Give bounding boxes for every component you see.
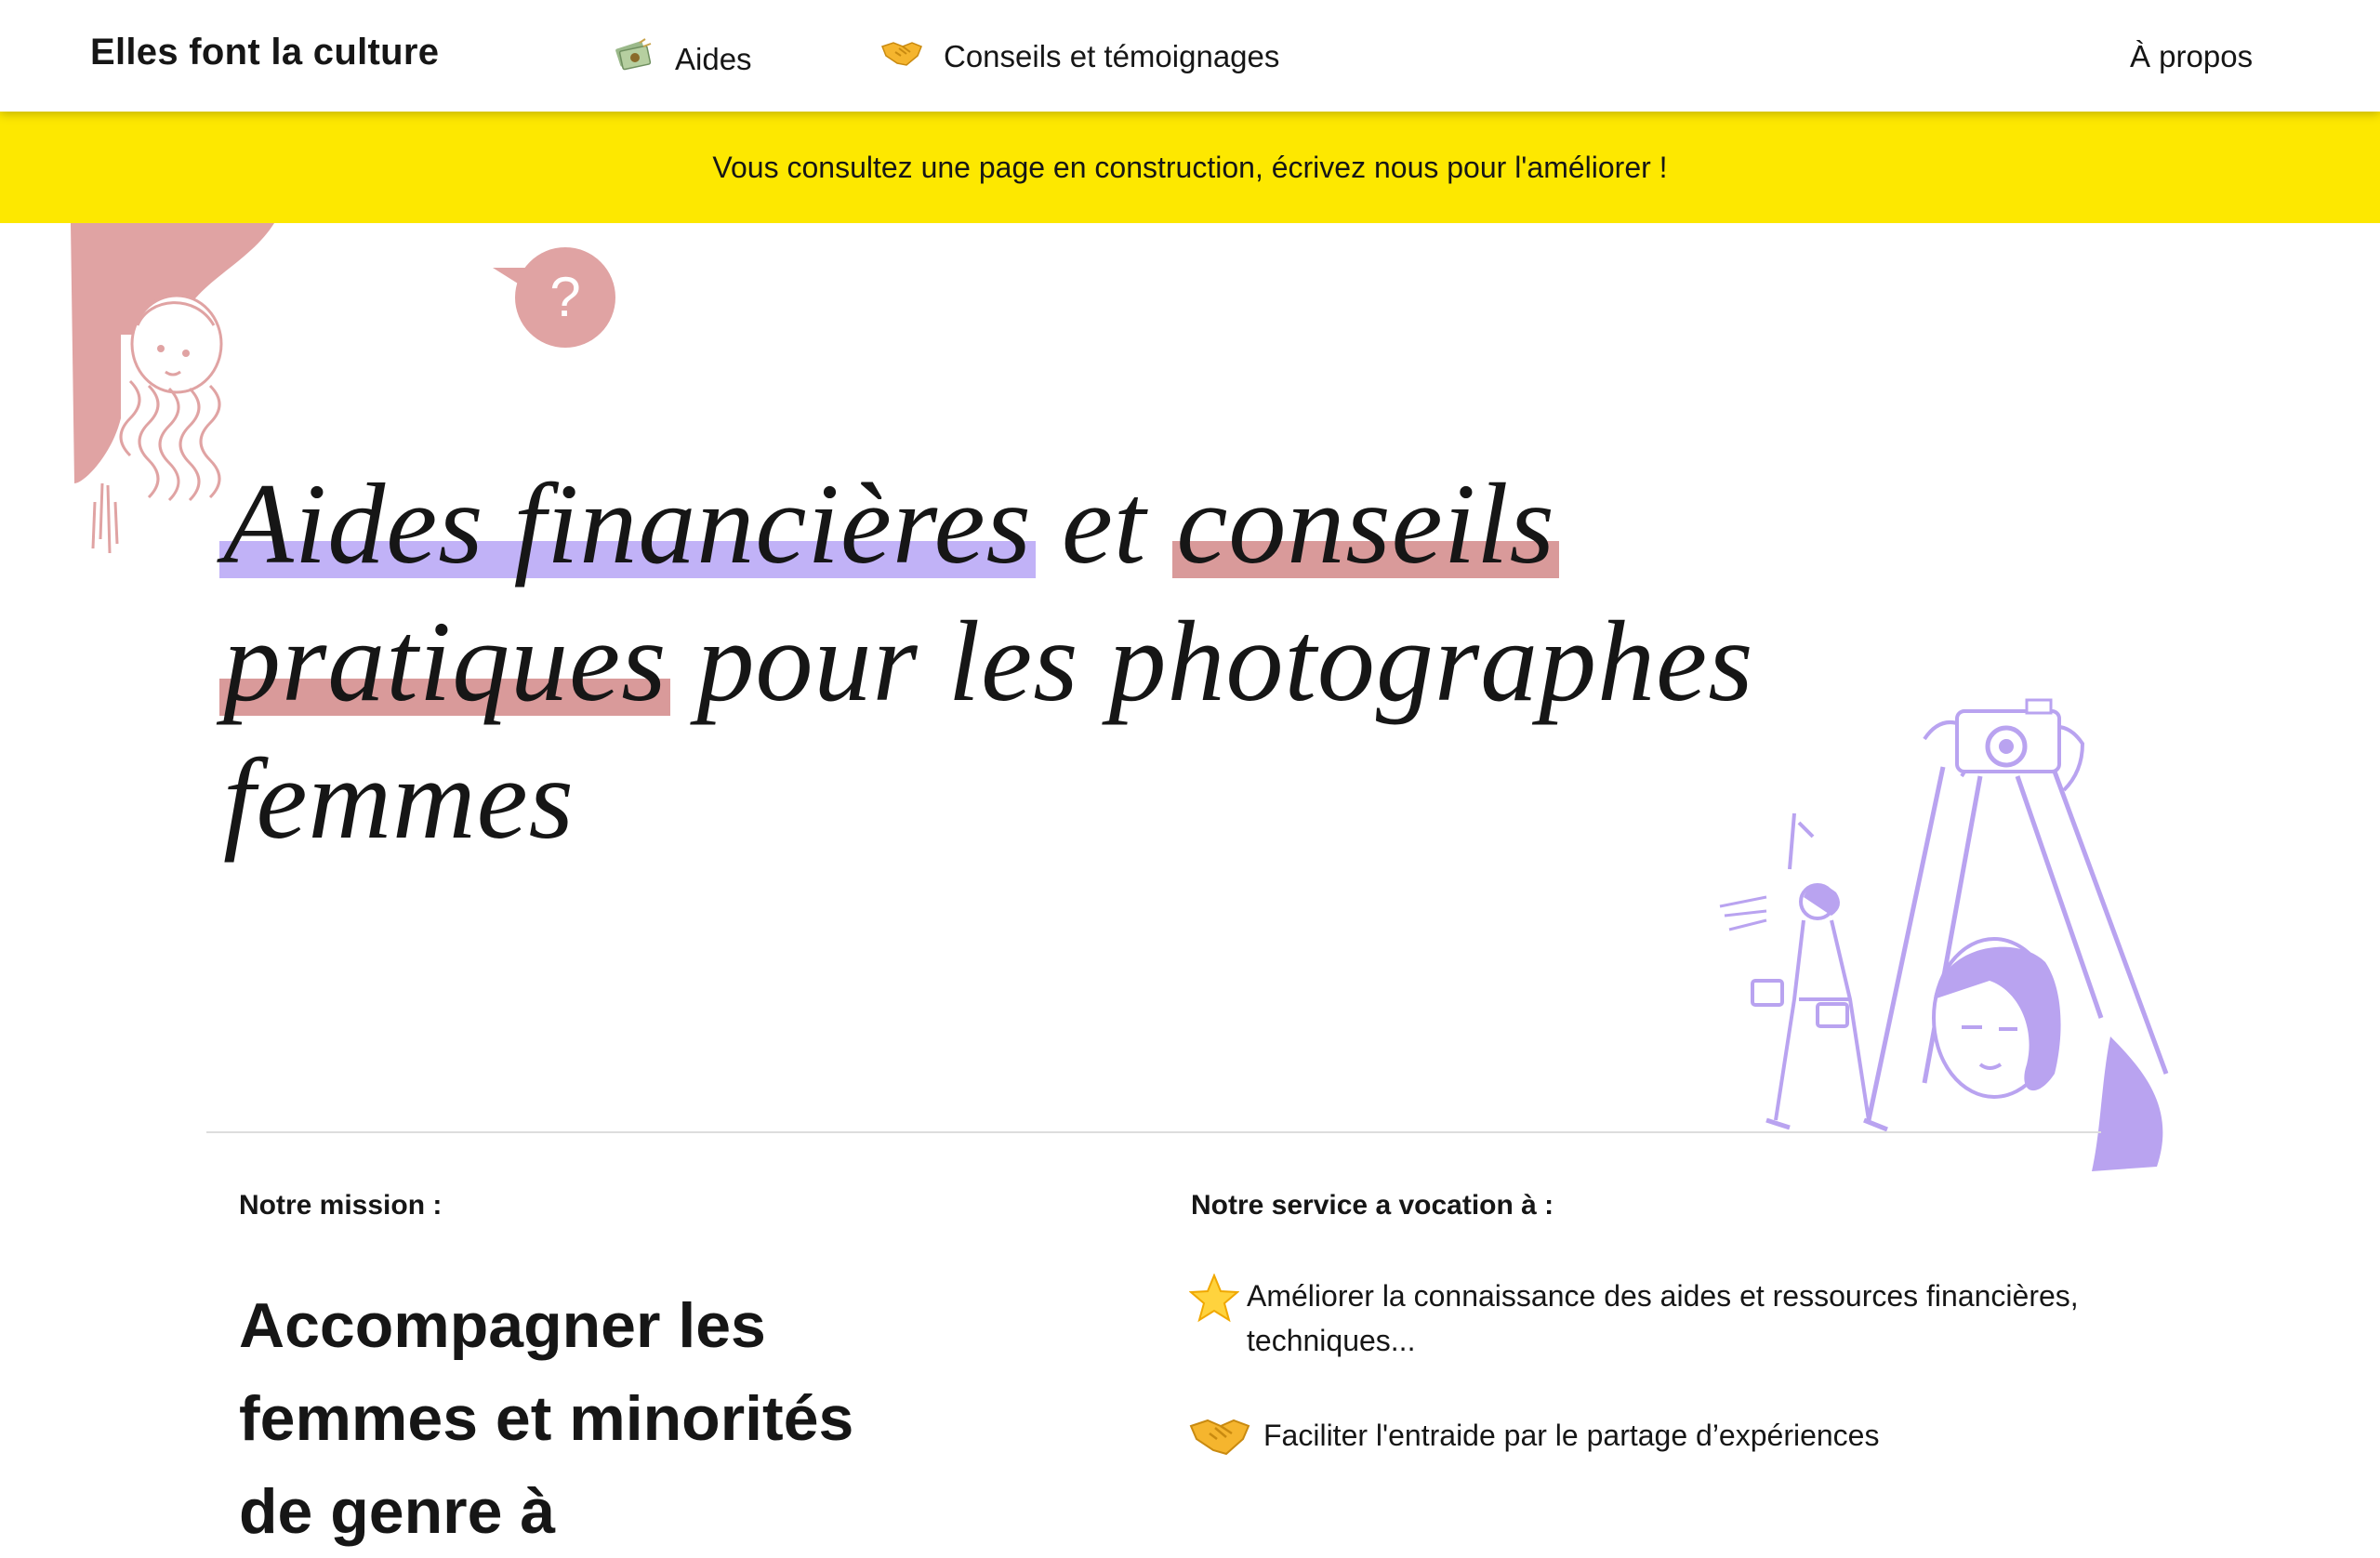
star-icon [1188,1273,1247,1336]
nav-link-conseils[interactable]: Conseils et témoignages [880,37,1279,76]
money-bills-icon [614,37,654,82]
handshake-icon [880,37,923,76]
nav-link-a-propos[interactable]: À propos [2130,39,2253,74]
photographers-illustration [1711,683,2194,1181]
service-label: Notre service a vocation à : [1191,1190,1554,1221]
hero-title-highlight-pratiques: pratiques [223,598,668,725]
mission-title: Accompagner les femmes et minorités de g… [239,1290,854,1547]
hero-title-highlight-conseils: conseils [1176,460,1555,588]
construction-notice-text[interactable]: Vous consultez une page en construction,… [712,151,1667,185]
svg-text:?: ? [549,266,580,328]
construction-notice-banner: Vous consultez une page en construction,… [0,112,2380,223]
service-goal-text: Améliorer la connaissance des aides et r… [1247,1279,2079,1357]
hero-title: Aides financières et conseils pratiques … [223,456,1766,868]
nav-link-aides-label: Aides [675,42,752,76]
handshake-icon [1189,1413,1263,1470]
section-divider [206,1131,2101,1133]
hero-title-et: et [1061,460,1147,588]
service-goal-text: Faciliter l'entraide par le partage d’ex… [1263,1419,1880,1452]
hero-title-highlight-aides: Aides financières [223,460,1032,588]
site-header: Elles font la culture Aides Conseils et … [0,0,2380,112]
nav-link-conseils-label: Conseils et témoignages [944,39,1280,73]
service-goal-item: Améliorer la connaissance des aides et r… [1188,1273,2193,1363]
nav-link-aides[interactable]: Aides [614,37,752,82]
service-goal-item: Faciliter l'entraide par le partage d’ex… [1189,1413,2193,1470]
brand-logo-text[interactable]: Elles font la culture [90,32,439,73]
mission-label: Notre mission : [239,1190,443,1221]
